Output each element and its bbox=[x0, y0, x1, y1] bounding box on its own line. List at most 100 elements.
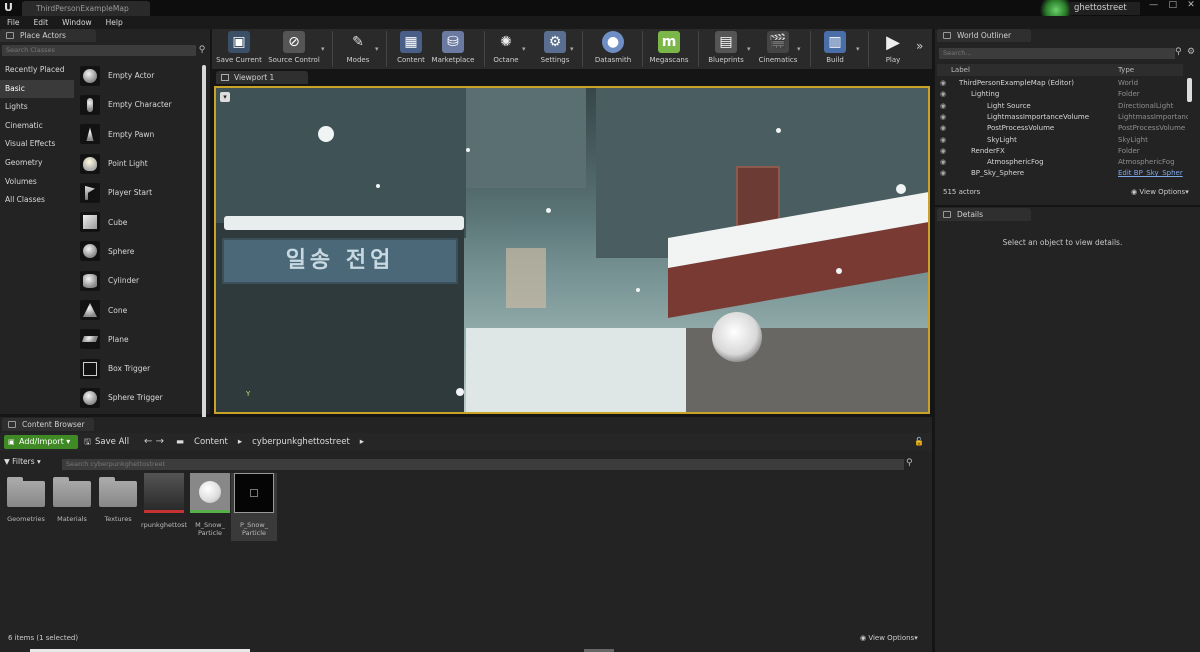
add-import-button[interactable]: Add/Import ▾ bbox=[4, 435, 78, 449]
actor-item[interactable]: Point Light bbox=[74, 149, 202, 178]
asset-particle-system[interactable]: P_Snow_ Particle bbox=[231, 473, 277, 541]
source-control-button[interactable]: ⊘ Source Control bbox=[266, 31, 322, 67]
category-recently-placed[interactable]: Recently Placed bbox=[0, 61, 74, 80]
outliner-row[interactable]: ◉ BP_Sky_Sphere Edit BP_Sky_Spher bbox=[937, 168, 1183, 179]
save-current-button[interactable]: ▣ Save Current bbox=[214, 31, 264, 67]
search-icon[interactable]: ⚲ bbox=[196, 45, 208, 56]
actor-list-scrollbar[interactable] bbox=[202, 65, 206, 437]
eye-icon[interactable]: ◉ bbox=[940, 101, 946, 112]
chevron-down-icon[interactable]: ▾ bbox=[797, 45, 801, 53]
gear-icon[interactable]: ⚙ bbox=[1187, 47, 1195, 57]
chevron-down-icon[interactable]: ▾ bbox=[522, 45, 526, 53]
column-label[interactable]: Label bbox=[951, 64, 970, 76]
actor-item[interactable]: Cylinder bbox=[74, 266, 202, 295]
eye-icon[interactable]: ◉ bbox=[940, 112, 946, 123]
forward-arrow-icon[interactable]: → bbox=[156, 436, 164, 447]
category-cinematic[interactable]: Cinematic bbox=[0, 117, 74, 136]
actor-item[interactable]: Empty Pawn bbox=[74, 120, 202, 149]
outliner-row[interactable]: ◉ SkyLight SkyLight bbox=[937, 135, 1183, 146]
viewport-options-button[interactable]: ▾ bbox=[220, 92, 230, 102]
marketplace-button[interactable]: ⛁ Marketplace bbox=[430, 31, 476, 67]
outliner-row[interactable]: ◉ Light Source DirectionalLight bbox=[937, 101, 1183, 112]
category-visual-effects[interactable]: Visual Effects bbox=[0, 135, 74, 154]
actor-item[interactable]: Sphere Trigger bbox=[74, 383, 202, 412]
eye-icon[interactable]: ◉ bbox=[940, 123, 946, 134]
save-all-button[interactable]: Save All bbox=[84, 435, 129, 449]
level-viewport[interactable]: 일송 전업 ▾ Y bbox=[214, 86, 930, 414]
modes-button[interactable]: ✎ Modes bbox=[338, 31, 378, 67]
asset-map[interactable]: rpunkghettost bbox=[141, 473, 187, 529]
category-all-classes[interactable]: All Classes bbox=[0, 191, 74, 210]
actor-item[interactable]: Empty Character bbox=[74, 90, 202, 119]
toolbar-overflow-icon[interactable]: » bbox=[916, 39, 923, 53]
chevron-down-icon[interactable]: ▾ bbox=[375, 45, 379, 53]
chevron-down-icon[interactable]: ▾ bbox=[747, 45, 751, 53]
breadcrumb-folder[interactable]: cyberpunkghettostreet bbox=[252, 435, 350, 449]
eye-icon[interactable]: ◉ bbox=[940, 157, 946, 168]
unreal-logo-icon[interactable]: U bbox=[4, 2, 16, 14]
lock-icon[interactable]: 🔓 bbox=[914, 437, 924, 446]
play-button[interactable]: ▶ Play bbox=[876, 31, 910, 67]
filters-button[interactable]: ▼ Filters ▾ bbox=[4, 457, 41, 466]
point-light-icon[interactable] bbox=[712, 312, 762, 362]
tab-world-outliner[interactable]: World Outliner bbox=[937, 29, 1031, 42]
asset-folder-textures[interactable]: Textures bbox=[95, 473, 141, 523]
menu-file[interactable]: File bbox=[7, 16, 20, 29]
close-icon[interactable]: ✕ bbox=[1187, 0, 1195, 14]
edit-blueprint-link[interactable]: Edit BP_Sky_Spher bbox=[1118, 168, 1188, 179]
category-geometry[interactable]: Geometry bbox=[0, 154, 74, 173]
eye-icon[interactable]: ◉ bbox=[940, 146, 946, 157]
minimize-icon[interactable]: — bbox=[1149, 0, 1158, 14]
outliner-row[interactable]: ◉ AtmosphericFog AtmosphericFog bbox=[937, 157, 1183, 168]
content-button[interactable]: ▦ Content bbox=[392, 31, 430, 67]
chevron-down-icon[interactable]: ▾ bbox=[321, 45, 325, 53]
menu-help[interactable]: Help bbox=[106, 16, 123, 29]
eye-icon[interactable]: ◉ bbox=[940, 89, 946, 100]
category-volumes[interactable]: Volumes bbox=[0, 173, 74, 192]
actor-item[interactable]: Cone bbox=[74, 295, 202, 324]
megascans-button[interactable]: m Megascans bbox=[646, 31, 692, 67]
asset-folder-materials[interactable]: Materials bbox=[49, 473, 95, 523]
search-icon[interactable]: ⚲ bbox=[906, 458, 913, 468]
maximize-icon[interactable]: □ bbox=[1168, 0, 1177, 14]
content-view-options-button[interactable]: ◉ View Options▾ bbox=[860, 634, 918, 642]
chevron-down-icon[interactable]: ▾ bbox=[570, 45, 574, 53]
asset-folder-geometries[interactable]: Geometries bbox=[3, 473, 49, 523]
column-type[interactable]: Type bbox=[1118, 64, 1134, 76]
datasmith-button[interactable]: ● Datasmith bbox=[590, 31, 636, 67]
actor-item[interactable]: Player Start bbox=[74, 178, 202, 207]
outliner-row[interactable]: ◉ LightmassImportanceVolume LightmassImpor… bbox=[937, 112, 1188, 123]
document-tab[interactable]: ThirdPersonExampleMap bbox=[22, 1, 150, 16]
asset-material[interactable]: M_Snow_ Particle bbox=[187, 473, 233, 537]
eye-icon[interactable]: ◉ bbox=[940, 135, 946, 146]
eye-icon[interactable]: ◉ bbox=[940, 168, 946, 179]
menu-edit[interactable]: Edit bbox=[34, 16, 49, 29]
outliner-row[interactable]: ◉ RenderFX Folder bbox=[937, 146, 1183, 157]
eye-icon[interactable]: ◉ bbox=[940, 78, 946, 89]
actor-item[interactable]: Plane bbox=[74, 325, 202, 354]
actor-item[interactable]: Box Trigger bbox=[74, 354, 202, 383]
chevron-right-icon[interactable]: ▸ bbox=[360, 435, 364, 449]
breadcrumb-content[interactable]: Content bbox=[194, 435, 228, 449]
outliner-search-input[interactable]: Search... bbox=[939, 48, 1175, 59]
tab-content-browser[interactable]: Content Browser bbox=[2, 418, 94, 431]
chevron-down-icon[interactable]: ▾ bbox=[856, 45, 860, 53]
cinematics-button[interactable]: 🎬 Cinematics bbox=[756, 31, 800, 67]
tab-viewport-1[interactable]: Viewport 1 bbox=[216, 71, 308, 84]
asset-search-input[interactable]: Search cyberpunkghettostreet bbox=[62, 459, 904, 470]
tab-details[interactable]: Details bbox=[937, 208, 1031, 221]
tab-place-actors[interactable]: Place Actors bbox=[0, 29, 96, 42]
blueprints-button[interactable]: ▤ Blueprints bbox=[704, 31, 748, 67]
actor-item[interactable]: Cube bbox=[74, 207, 202, 236]
outliner-scrollbar[interactable] bbox=[1187, 78, 1192, 102]
category-basic[interactable]: Basic bbox=[0, 79, 74, 99]
menu-window[interactable]: Window bbox=[62, 16, 92, 29]
actor-item[interactable]: Sphere bbox=[74, 237, 202, 266]
outliner-row[interactable]: ◉ Lighting Folder bbox=[937, 89, 1183, 100]
chevron-right-icon[interactable]: ▸ bbox=[238, 435, 242, 449]
actor-item[interactable]: Empty Actor bbox=[74, 61, 202, 90]
outliner-view-options-button[interactable]: ◉ View Options▾ bbox=[1131, 188, 1189, 196]
octane-button[interactable]: ✺ Octane bbox=[488, 31, 524, 67]
category-lights[interactable]: Lights bbox=[0, 98, 74, 117]
outliner-row[interactable]: ◉ ThirdPersonExampleMap (Editor) World bbox=[937, 78, 1183, 89]
